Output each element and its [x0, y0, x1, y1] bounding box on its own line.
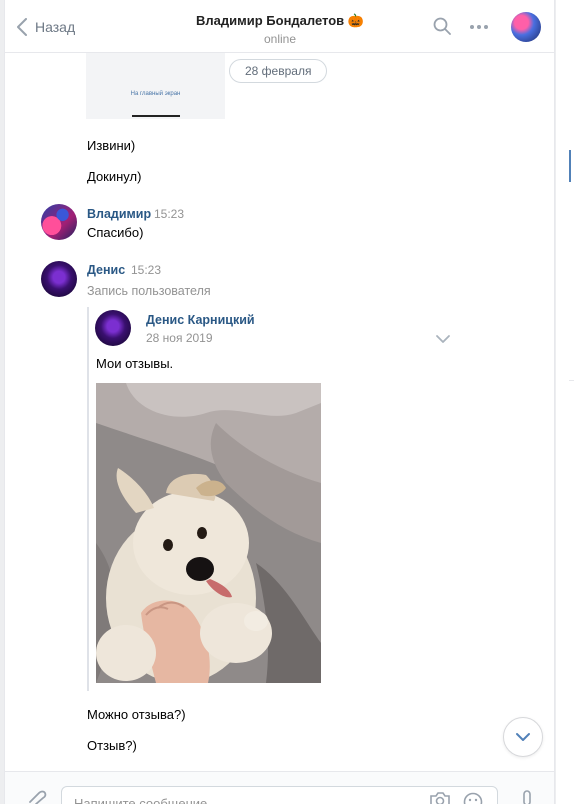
chat-panel: Назад Владимир Бондалетов 🎃 online На гл… — [4, 0, 555, 804]
chat-avatar[interactable] — [511, 12, 541, 42]
message-text: Можно отзыва?) — [87, 707, 186, 722]
back-button[interactable]: Назад — [17, 16, 75, 38]
chat-title-block[interactable]: Владимир Бондалетов 🎃 online — [155, 12, 405, 47]
repost-text: Мои отзывы. — [96, 356, 174, 371]
message-list: На главный экран 28 февраля Извини) Доки… — [5, 53, 554, 771]
active-indicator — [569, 150, 571, 182]
message-text: Извини) — [87, 138, 136, 153]
more-icon[interactable] — [469, 24, 489, 30]
repost-border — [87, 307, 89, 691]
dog-photo — [96, 383, 321, 683]
repost-date[interactable]: 28 ноя 2019 — [146, 330, 213, 347]
chevron-down-icon — [516, 733, 530, 741]
author-name[interactable]: Денис — [87, 262, 125, 279]
message-text: Отзыв?) — [87, 738, 137, 753]
right-sidebar-edge — [556, 0, 574, 804]
repost-label: Запись пользователя — [87, 284, 211, 298]
chevron-down-icon[interactable] — [435, 334, 451, 344]
online-status: online — [263, 32, 297, 46]
avatar-vladimir[interactable] — [41, 204, 77, 240]
attachment-caption: На главный экран — [130, 91, 181, 97]
chat-header: Назад Владимир Бондалетов 🎃 online — [5, 0, 554, 53]
date-separator: 28 февраля — [229, 59, 328, 83]
message-time[interactable]: 15:23 — [131, 262, 161, 279]
message-text: Докинул) — [87, 169, 142, 184]
search-icon[interactable] — [433, 17, 451, 35]
chat-title: Владимир Бондалетов 🎃 — [196, 13, 364, 28]
paperclip-icon[interactable] — [27, 790, 47, 804]
message-time[interactable]: 15:23 — [154, 206, 184, 223]
emoji-icon[interactable] — [463, 792, 483, 804]
attachment-underline — [132, 115, 180, 117]
chevron-left-icon — [17, 18, 27, 36]
camera-icon[interactable] — [429, 792, 451, 804]
message-composer — [5, 771, 554, 804]
avatar-denis[interactable] — [41, 261, 77, 297]
microphone-icon[interactable] — [521, 790, 533, 804]
message-text: Спасибо) — [87, 225, 144, 240]
sidebar-divider — [569, 380, 574, 381]
previous-attachment-image[interactable]: На главный экран — [86, 53, 225, 119]
author-name[interactable]: Владимир — [87, 206, 151, 223]
repost-author-name[interactable]: Денис Карницкий — [146, 312, 255, 329]
scroll-down-button[interactable] — [503, 717, 543, 757]
repost-photo[interactable] — [96, 383, 321, 683]
back-label: Назад — [35, 19, 76, 35]
avatar-repost-author[interactable] — [95, 310, 131, 346]
